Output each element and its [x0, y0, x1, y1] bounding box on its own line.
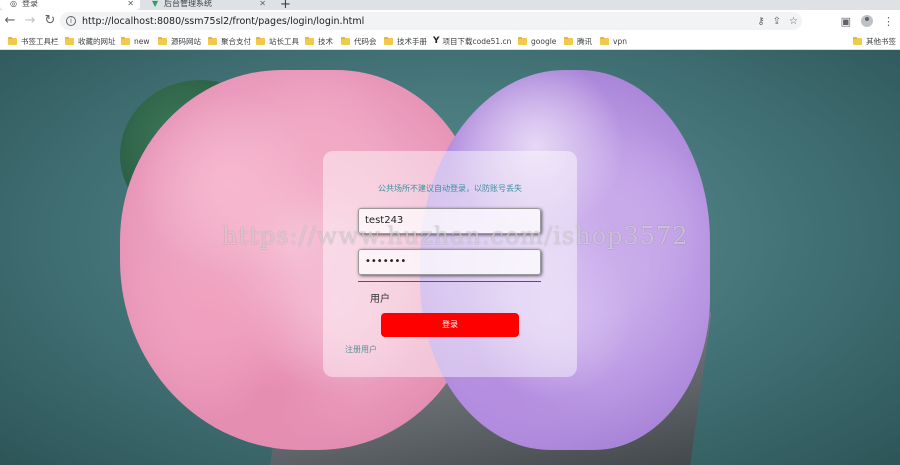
folder-icon [341, 36, 350, 45]
bookmark-other[interactable]: 其他书签 [853, 35, 896, 47]
back-icon[interactable]: ← [0, 11, 20, 31]
folder-icon [121, 36, 130, 45]
login-tip: 公共场所不建议自动登录，以防账号丢失 [378, 184, 522, 193]
folder-icon [853, 36, 862, 45]
folder-icon [384, 36, 393, 45]
login-page: 公共场所不建议自动登录，以防账号丢失 test243 ••••••• 用户 登录… [0, 50, 900, 465]
globe-icon: ◎ [10, 0, 17, 8]
forward-icon[interactable]: → [20, 11, 40, 31]
address-bar[interactable]: i http://localhost:8080/ssm75sl2/front/p… [60, 12, 802, 30]
login-button[interactable]: 登录 [381, 313, 519, 337]
bookmarks-bar: 书签工具栏 收藏的网址 new 源码网站 聚合支付 站长工具 技术 代码会 技术… [0, 32, 900, 50]
folder-icon [564, 36, 573, 45]
y-logo-icon: Y [433, 36, 440, 46]
bookmark-item[interactable]: 收藏的网址 [65, 35, 116, 47]
folder-icon [65, 36, 74, 45]
close-icon[interactable]: ✕ [259, 0, 266, 8]
bookmark-item[interactable]: google [518, 35, 556, 47]
bookmark-item[interactable]: 代码会 [341, 35, 377, 47]
url-text: http://localhost:8080/ssm75sl2/front/pag… [82, 15, 365, 27]
bookmark-item[interactable]: 书签工具栏 [8, 35, 59, 47]
tab-admin[interactable]: ▼ 后台管理系统 ✕ [142, 0, 272, 10]
folder-icon [8, 36, 17, 45]
login-panel: 公共场所不建议自动登录，以防账号丢失 test243 ••••••• 用户 登录… [323, 151, 577, 377]
bookmark-item[interactable]: vpn [600, 35, 627, 47]
tab-title: 后台管理系统 [164, 0, 212, 8]
sidepanel-icon[interactable]: ▣ [841, 15, 851, 28]
folder-icon [600, 36, 609, 45]
folder-icon [208, 36, 217, 45]
bookmark-item[interactable]: 站长工具 [256, 35, 299, 47]
reload-icon[interactable]: ↻ [40, 11, 60, 31]
folder-icon [158, 36, 167, 45]
divider [358, 281, 541, 282]
avatar[interactable] [861, 15, 873, 27]
bookmark-item[interactable]: 聚合支付 [208, 35, 251, 47]
bookmark-item[interactable]: 技术 [305, 35, 333, 47]
info-icon[interactable]: i [66, 16, 76, 26]
register-link[interactable]: 注册用户 [345, 344, 377, 355]
password-input[interactable]: ••••••• [358, 249, 541, 275]
folder-icon [305, 36, 314, 45]
role-option-user[interactable]: 用户 [370, 290, 390, 305]
share-icon[interactable]: ⇪ [773, 16, 781, 27]
bookmark-item[interactable]: new [121, 35, 150, 47]
watermark-text: https://www.huzhan.com/ishop3572 [222, 222, 689, 250]
tab-strip: ◎ 登录 ✕ ▼ 后台管理系统 ✕ + [0, 0, 900, 12]
tab-login[interactable]: ◎ 登录 ✕ [0, 0, 140, 10]
bookmark-item[interactable]: 腾讯 [564, 35, 592, 47]
key-icon[interactable]: ⚷ [757, 16, 764, 27]
close-icon[interactable]: ✕ [127, 0, 134, 8]
star-icon[interactable]: ☆ [789, 16, 798, 27]
folder-icon [518, 36, 527, 45]
bookmark-item[interactable]: 源码网站 [158, 35, 201, 47]
tab-title: 登录 [22, 0, 38, 8]
folder-icon [256, 36, 265, 45]
browser-toolbar: ← → ↻ i http://localhost:8080/ssm75sl2/f… [0, 10, 900, 32]
vue-icon: ▼ [152, 0, 159, 8]
bookmark-item[interactable]: 技术手册 [384, 35, 427, 47]
bookmark-item[interactable]: Y 项目下载code51.cn [433, 35, 511, 47]
menu-icon[interactable]: ⋮ [883, 15, 894, 28]
